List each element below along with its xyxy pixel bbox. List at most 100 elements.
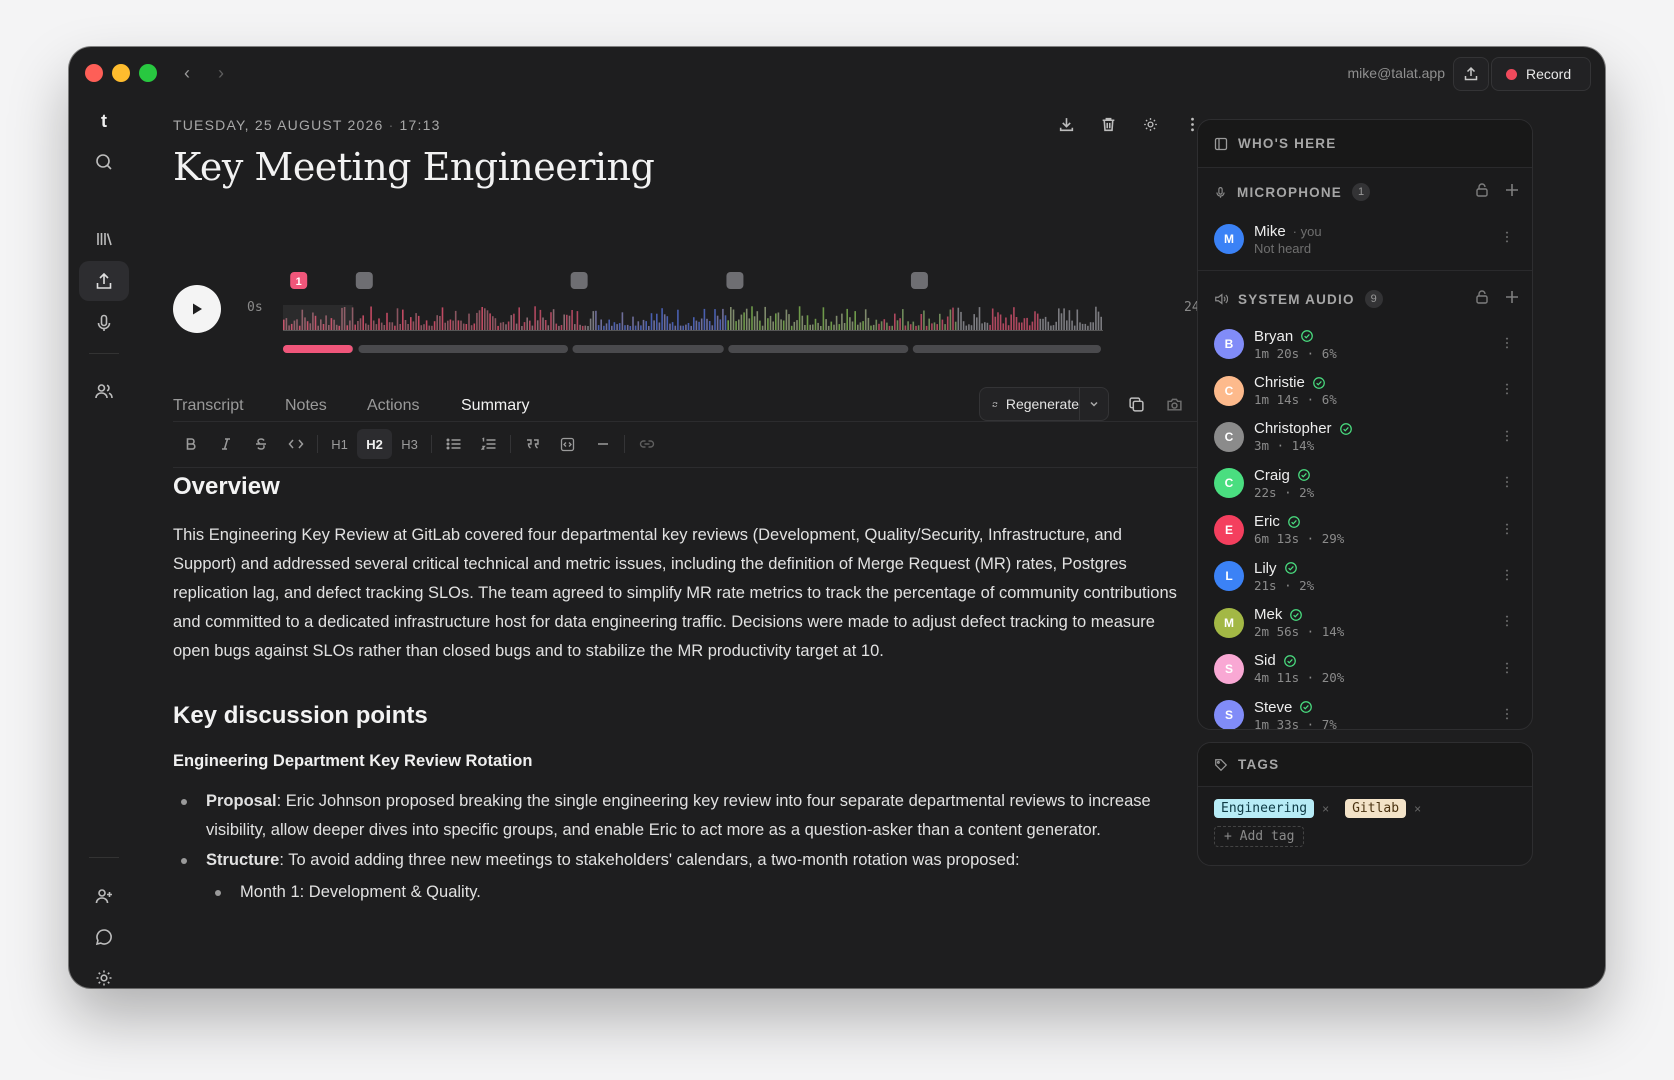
play-button[interactable] bbox=[173, 285, 221, 333]
screenshot-button[interactable] bbox=[1161, 390, 1187, 418]
horizontal-rule-button[interactable] bbox=[585, 429, 620, 459]
regenerate-button[interactable]: Regenerate bbox=[980, 388, 1080, 420]
heading-2-button[interactable]: H2 bbox=[357, 429, 392, 459]
participant-row[interactable]: C Christie 1m 14s · 6% bbox=[1198, 367, 1532, 413]
participant-row[interactable]: L Lily 21s · 2% bbox=[1198, 553, 1532, 599]
rail-item-settings[interactable] bbox=[79, 958, 129, 988]
waveform-bar bbox=[658, 322, 661, 330]
tab-notes[interactable]: Notes bbox=[285, 397, 327, 415]
download-button[interactable] bbox=[1055, 113, 1077, 135]
rail-item-microphone[interactable] bbox=[79, 303, 129, 343]
participant-row[interactable]: M Mek 2m 56s · 14% bbox=[1198, 599, 1532, 645]
more-vertical-icon[interactable] bbox=[1500, 429, 1514, 443]
strikethrough-button[interactable] bbox=[243, 429, 278, 459]
waveform-bar bbox=[1050, 325, 1052, 330]
rail-item-chat[interactable] bbox=[79, 917, 129, 957]
tab-transcript[interactable]: Transcript bbox=[173, 397, 244, 415]
more-vertical-icon[interactable] bbox=[1500, 230, 1514, 244]
regenerate-dropdown[interactable] bbox=[1080, 398, 1108, 410]
record-button[interactable]: Record bbox=[1491, 57, 1591, 91]
bullet-list-button[interactable] bbox=[436, 429, 471, 459]
heading-3-button[interactable]: H3 bbox=[392, 429, 427, 459]
chapter-marker[interactable] bbox=[910, 272, 928, 289]
summary-editor[interactable]: Overview This Engineering Key Review at … bbox=[173, 473, 1183, 972]
participant-row[interactable]: S Sid 4m 11s · 20% bbox=[1198, 646, 1532, 692]
more-vertical-icon[interactable] bbox=[1500, 522, 1514, 536]
add-icon[interactable] bbox=[1504, 182, 1520, 198]
waveform-bar bbox=[946, 316, 949, 330]
numbered-list-button[interactable] bbox=[471, 429, 506, 459]
chapter-segment[interactable] bbox=[572, 345, 724, 353]
more-vertical-icon[interactable] bbox=[1500, 475, 1514, 489]
waveform-bar bbox=[1042, 318, 1044, 330]
participant-row[interactable]: B Bryan 1m 20s · 6% bbox=[1198, 321, 1532, 367]
share-button[interactable] bbox=[1453, 57, 1489, 91]
waveform-bar bbox=[902, 309, 904, 330]
waveform-bar bbox=[730, 307, 732, 330]
chapter-marker[interactable] bbox=[355, 272, 373, 289]
tag-chip[interactable]: Engineering bbox=[1214, 799, 1315, 818]
code-button[interactable] bbox=[278, 429, 313, 459]
tag-chip[interactable]: Gitlab bbox=[1345, 799, 1407, 818]
participant-row[interactable]: M Mike · you Not heard bbox=[1198, 214, 1532, 264]
waveform-bar bbox=[653, 320, 655, 330]
waveform-bar bbox=[547, 325, 550, 330]
chapter-segment[interactable] bbox=[912, 345, 1101, 353]
copy-button[interactable] bbox=[1123, 390, 1149, 418]
participant-info: Steve 1m 33s · 7% bbox=[1254, 699, 1337, 729]
waveform-bar bbox=[814, 318, 817, 330]
rail-divider bbox=[89, 857, 119, 858]
link-button[interactable] bbox=[629, 429, 664, 459]
lock-icon[interactable] bbox=[1474, 289, 1490, 305]
participant-row[interactable]: S Steve 1m 33s · 7% bbox=[1198, 692, 1532, 729]
delete-button[interactable] bbox=[1097, 113, 1119, 135]
chapter-marker[interactable] bbox=[570, 272, 588, 289]
more-vertical-icon[interactable] bbox=[1500, 661, 1514, 675]
participant-name: Sid bbox=[1254, 652, 1276, 670]
tab-summary[interactable]: Summary bbox=[461, 397, 529, 415]
close-window-button[interactable] bbox=[85, 64, 103, 82]
participant-row[interactable]: E Eric 6m 13s · 29% bbox=[1198, 507, 1532, 553]
meeting-settings-button[interactable] bbox=[1139, 113, 1161, 135]
remove-tag-icon[interactable]: × bbox=[1322, 802, 1329, 816]
waveform-bar bbox=[1026, 317, 1028, 330]
rail-item-invite[interactable] bbox=[79, 876, 129, 916]
more-vertical-icon[interactable] bbox=[1500, 568, 1514, 582]
minimize-window-button[interactable] bbox=[112, 64, 130, 82]
progress-fill bbox=[283, 345, 353, 353]
quote-button[interactable] bbox=[515, 429, 550, 459]
panel-icon bbox=[1214, 137, 1228, 150]
participant-row[interactable]: C Craig 22s · 2% bbox=[1198, 460, 1532, 506]
waveform-bar bbox=[682, 325, 684, 330]
more-vertical-icon[interactable] bbox=[1500, 707, 1514, 721]
tab-actions[interactable]: Actions bbox=[367, 397, 419, 415]
horizontal-rule-icon bbox=[597, 443, 608, 445]
italic-button[interactable] bbox=[208, 429, 243, 459]
app-logo[interactable]: t bbox=[79, 101, 129, 141]
remove-tag-icon[interactable]: × bbox=[1414, 802, 1421, 816]
verified-icon bbox=[1283, 655, 1296, 667]
rail-item-library[interactable] bbox=[79, 219, 129, 259]
rail-item-upload[interactable] bbox=[79, 261, 129, 301]
chapter-segment[interactable] bbox=[358, 345, 568, 353]
maximize-window-button[interactable] bbox=[139, 64, 157, 82]
rail-item-search[interactable] bbox=[79, 142, 129, 182]
waveform[interactable]: 1 bbox=[283, 268, 1173, 358]
code-block-button[interactable] bbox=[550, 429, 585, 459]
waveform-bar bbox=[1063, 308, 1065, 330]
lock-icon[interactable] bbox=[1474, 182, 1490, 198]
more-vertical-icon[interactable] bbox=[1500, 382, 1514, 396]
heading-1-button[interactable]: H1 bbox=[322, 429, 357, 459]
chapter-marker[interactable] bbox=[726, 272, 744, 289]
more-vertical-icon[interactable] bbox=[1500, 336, 1514, 350]
add-tag-button[interactable]: + Add tag bbox=[1214, 826, 1305, 847]
add-icon[interactable] bbox=[1504, 289, 1520, 305]
participant-row[interactable]: C Christopher 3m · 14% bbox=[1198, 414, 1532, 460]
chapter-segment[interactable] bbox=[728, 345, 909, 353]
waveform-bar bbox=[579, 324, 581, 330]
more-vertical-icon[interactable] bbox=[1500, 614, 1514, 628]
avatar: M bbox=[1214, 607, 1244, 638]
rail-item-people[interactable] bbox=[79, 371, 129, 411]
tags-header: TAGS bbox=[1198, 743, 1532, 787]
bold-button[interactable] bbox=[173, 429, 208, 459]
